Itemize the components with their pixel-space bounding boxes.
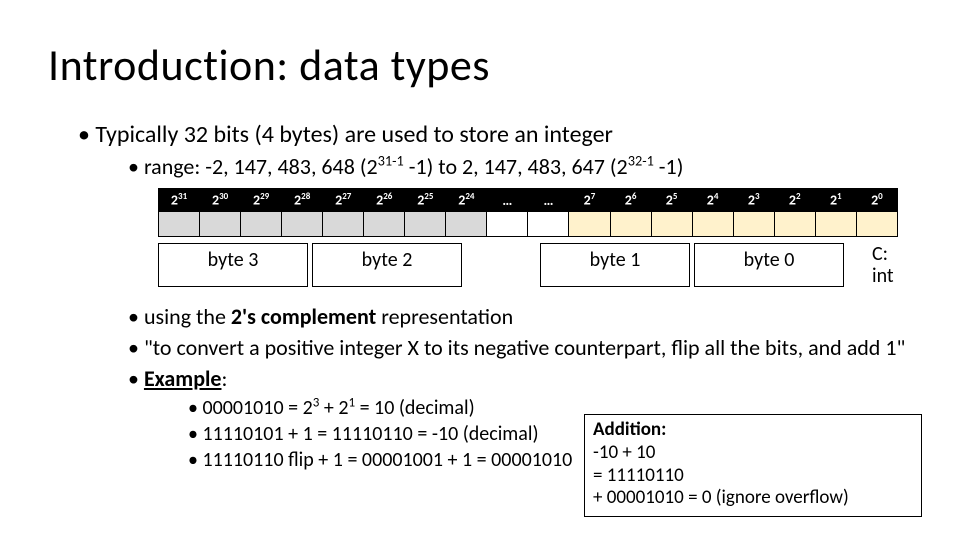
- bit-cell: [692, 212, 733, 237]
- bit-h-3: 23: [733, 189, 774, 212]
- addition-box: Addition: -10 + 10 = 11110110 + 00001010…: [584, 414, 922, 517]
- addition-l1: -10 + 10: [593, 442, 913, 465]
- bit-cell: [651, 212, 692, 237]
- addition-l2: = 11110110: [593, 465, 913, 488]
- bullet-l2-convert: "to convert a positive integer X to its …: [128, 334, 960, 361]
- bit-h-0: 20: [856, 189, 897, 212]
- range-sup1: 31-1: [378, 152, 404, 170]
- bit-h-6: 26: [610, 189, 651, 212]
- bit-cell: [610, 212, 651, 237]
- byte-gap: [466, 243, 540, 287]
- bit-cell: [405, 212, 446, 237]
- range-mid: -1) to 2, 147, 483, 647 (2: [404, 153, 628, 180]
- bit-cell: [241, 212, 282, 237]
- byte3-label: byte 3: [158, 243, 308, 287]
- bit-h-1: 21: [815, 189, 856, 212]
- bullet-l2-twos-comp: using the 2's complement representation: [128, 303, 960, 330]
- bit-cell: [364, 212, 405, 237]
- c-int-label: C:int: [872, 243, 894, 287]
- addition-title: Addition:: [593, 419, 913, 442]
- bullet-l2-example: Example:: [128, 365, 960, 392]
- bit-cell: [569, 212, 610, 237]
- bit-cell: [774, 212, 815, 237]
- bit-h-26: 226: [364, 189, 405, 212]
- range-pre: range: -2, 147, 483, 648 (2: [144, 153, 378, 180]
- bullet-l1-32bits: Typically 32 bits (4 bytes) are used to …: [78, 120, 960, 149]
- bit-cell: [323, 212, 364, 237]
- bit-table: 231 230 229 228 227 226 225 224 … … 27 2…: [158, 188, 898, 287]
- bit-cell: [282, 212, 323, 237]
- byte1-label: byte 1: [540, 243, 690, 287]
- bit-cell: [733, 212, 774, 237]
- bit-header-row: 231 230 229 228 227 226 225 224 … … 27 2…: [159, 189, 898, 212]
- bit-h-29: 229: [241, 189, 282, 212]
- bit-cell: [528, 212, 569, 237]
- addition-l3: + 00001010 = 0 (ignore overflow): [593, 487, 913, 510]
- byte2-label: byte 2: [312, 243, 462, 287]
- byte0-label: byte 0: [694, 243, 844, 287]
- range-sup2: 32-1: [628, 152, 654, 170]
- bit-cell: [200, 212, 241, 237]
- bit-cell: [446, 212, 487, 237]
- bit-cell: [159, 212, 200, 237]
- bit-h-28: 228: [282, 189, 323, 212]
- bit-cell: [856, 212, 897, 237]
- byte-label-row: byte 3 byte 2 byte 1 byte 0 C:int: [158, 243, 898, 287]
- range-post: -1): [654, 153, 684, 180]
- bit-cell: [487, 212, 528, 237]
- bit-h-25: 225: [405, 189, 446, 212]
- bullet-l2-range: range: -2, 147, 483, 648 (231-1 -1) to 2…: [128, 153, 960, 180]
- bit-h-7: 27: [569, 189, 610, 212]
- bit-h-2: 22: [774, 189, 815, 212]
- bit-h-31: 231: [159, 189, 200, 212]
- bit-h-30: 230: [200, 189, 241, 212]
- bit-h-ell2: …: [528, 189, 569, 212]
- slide-title: Introduction: data types: [48, 38, 960, 92]
- bit-h-ell1: …: [487, 189, 528, 212]
- bit-cells-row: [159, 212, 898, 237]
- bit-h-5: 25: [651, 189, 692, 212]
- bit-cell: [815, 212, 856, 237]
- bit-h-4: 24: [692, 189, 733, 212]
- bit-h-24: 224: [446, 189, 487, 212]
- bit-h-27: 227: [323, 189, 364, 212]
